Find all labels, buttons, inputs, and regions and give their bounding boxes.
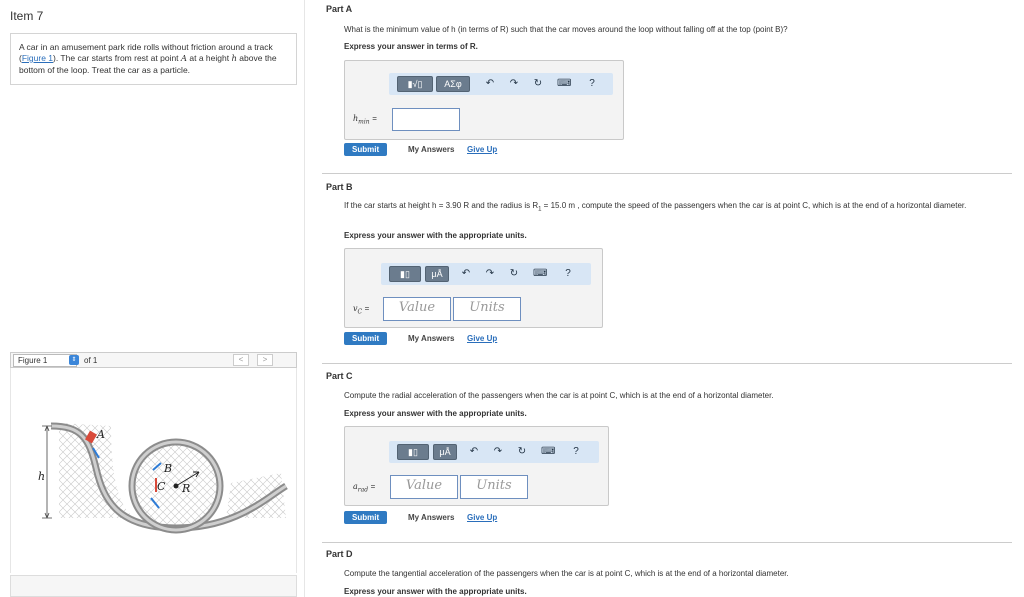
- units-button[interactable]: μÅ: [433, 444, 457, 460]
- divider: [322, 173, 1012, 174]
- part-b-units-input[interactable]: Units: [453, 297, 521, 321]
- left-panel: Item 7 A car in an amusement park ride r…: [0, 0, 305, 597]
- templates-button[interactable]: ▮▯: [389, 266, 421, 282]
- part-b-submit-button[interactable]: Submit: [344, 332, 388, 345]
- part-a-answer-box: ▮√▯ ΑΣφ ↶ ↷ ↻ ⌨ ? hmin =: [344, 60, 624, 140]
- templates-button[interactable]: ▮√▯: [397, 76, 433, 92]
- undo-icon[interactable]: ↶: [467, 444, 481, 460]
- part-a-submit-button[interactable]: Submit: [344, 143, 388, 156]
- part-d-instruction: Express your answer with the appropriate…: [344, 587, 527, 596]
- undo-icon[interactable]: ↶: [483, 76, 497, 92]
- part-c-submit-button[interactable]: Submit: [344, 511, 388, 524]
- part-c-answer-box: ▮▯ μÅ ↶ ↷ ↻ ⌨ ? arad = Value Units: [344, 426, 609, 506]
- part-d-question: Compute the tangential acceleration of t…: [344, 569, 789, 578]
- part-c-title: Part C: [326, 371, 353, 381]
- label-c: C: [157, 480, 166, 493]
- chevron-updown-icon[interactable]: ⇕: [69, 355, 79, 365]
- figure-1: A B C R h: [10, 368, 297, 573]
- units-button[interactable]: μÅ: [425, 266, 449, 282]
- figure-select[interactable]: Figure 1: [13, 354, 77, 367]
- redo-icon[interactable]: ↷: [507, 76, 521, 92]
- keyboard-icon[interactable]: ⌨: [557, 76, 571, 92]
- reset-icon[interactable]: ↻: [515, 444, 529, 460]
- part-c-question: Compute the radial acceleration of the p…: [344, 391, 774, 400]
- symbols-button[interactable]: ΑΣφ: [436, 76, 470, 92]
- templates-button[interactable]: ▮▯: [397, 444, 429, 460]
- figure-link[interactable]: Figure 1: [22, 53, 53, 63]
- figure-footer: [10, 575, 297, 597]
- part-b-variable: vC =: [353, 304, 370, 316]
- part-c-give-up-link[interactable]: Give Up: [467, 513, 497, 522]
- label-r: R: [181, 482, 190, 495]
- divider: [322, 363, 1012, 364]
- part-a-question: What is the minimum value of h (in terms…: [344, 25, 788, 34]
- next-figure-button[interactable]: >: [257, 354, 273, 366]
- part-c-units-input[interactable]: Units: [460, 475, 528, 499]
- part-a-title: Part A: [326, 4, 353, 14]
- part-a-answer-input[interactable]: [392, 108, 460, 131]
- part-a-toolbar: ▮√▯ ΑΣφ ↶ ↷ ↻ ⌨ ?: [389, 73, 613, 95]
- keyboard-icon[interactable]: ⌨: [541, 444, 555, 460]
- figure-count: of 1: [84, 356, 98, 365]
- loop-track-figure: A B C R h: [38, 422, 288, 534]
- help-icon[interactable]: ?: [585, 76, 599, 92]
- part-a-instruction: Express your answer in terms of R.: [344, 42, 478, 51]
- help-icon[interactable]: ?: [569, 444, 583, 460]
- part-c-instruction: Express your answer with the appropriate…: [344, 409, 527, 418]
- part-a-give-up-link[interactable]: Give Up: [467, 145, 497, 154]
- label-h: h: [38, 470, 45, 483]
- part-b-title: Part B: [326, 182, 353, 192]
- label-b: B: [163, 462, 172, 475]
- part-b-give-up-link[interactable]: Give Up: [467, 334, 497, 343]
- part-b-toolbar: ▮▯ μÅ ↶ ↷ ↻ ⌨ ?: [381, 263, 591, 285]
- part-a-variable: hmin =: [353, 114, 377, 126]
- part-b-question: If the car starts at height h = 3.90 R a…: [344, 201, 967, 213]
- divider: [322, 542, 1012, 543]
- part-a-my-answers-link[interactable]: My Answers: [408, 145, 454, 154]
- redo-icon[interactable]: ↷: [483, 266, 497, 282]
- part-c-toolbar: ▮▯ μÅ ↶ ↷ ↻ ⌨ ?: [389, 441, 599, 463]
- part-c-value-input[interactable]: Value: [390, 475, 458, 499]
- undo-icon[interactable]: ↶: [459, 266, 473, 282]
- keyboard-icon[interactable]: ⌨: [533, 266, 547, 282]
- reset-icon[interactable]: ↻: [531, 76, 545, 92]
- item-title: Item 7: [10, 9, 44, 23]
- prev-figure-button[interactable]: <: [233, 354, 249, 366]
- reset-icon[interactable]: ↻: [507, 266, 521, 282]
- figure-header: Figure 1 ⇕ of 1 < >: [10, 352, 297, 368]
- part-b-instruction: Express your answer with the appropriate…: [344, 231, 527, 240]
- help-icon[interactable]: ?: [561, 266, 575, 282]
- redo-icon[interactable]: ↷: [491, 444, 505, 460]
- part-c-my-answers-link[interactable]: My Answers: [408, 513, 454, 522]
- part-b-my-answers-link[interactable]: My Answers: [408, 334, 454, 343]
- part-d-title: Part D: [326, 549, 353, 559]
- problem-statement: A car in an amusement park ride rolls wi…: [10, 33, 297, 85]
- part-b-answer-box: ▮▯ μÅ ↶ ↷ ↻ ⌨ ? vC = Value Units: [344, 248, 603, 328]
- part-b-value-input[interactable]: Value: [383, 297, 451, 321]
- part-c-variable: arad =: [353, 482, 376, 494]
- label-a: A: [96, 428, 105, 441]
- right-panel: Part A What is the minimum value of h (i…: [306, 0, 1024, 597]
